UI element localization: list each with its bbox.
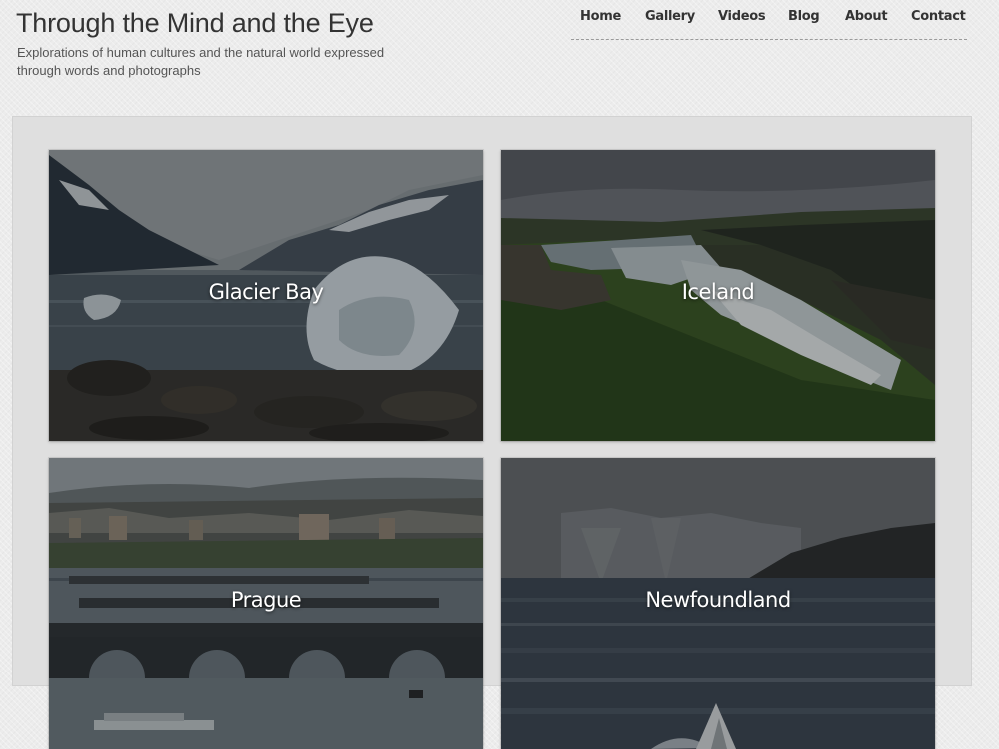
gallery-tile-label: Prague — [230, 588, 302, 612]
nav-item-home[interactable]: Home — [580, 9, 621, 24]
nav-item-gallery[interactable]: Gallery — [645, 9, 695, 24]
nav-item-videos[interactable]: Videos — [718, 9, 766, 24]
gallery-panel: Glacier Bay Iceland Prague Newfoundland — [12, 116, 972, 749]
main-nav: Home Gallery Videos Blog About Contact — [571, 0, 967, 40]
gallery-tile-label: Iceland — [681, 280, 755, 304]
site-title[interactable]: Through the Mind and the Eye — [16, 8, 374, 39]
gallery-tile-newfoundland[interactable]: Newfoundland — [501, 458, 935, 749]
nav-item-contact[interactable]: Contact — [911, 9, 966, 24]
gallery-tile-prague[interactable]: Prague — [49, 458, 483, 749]
site-header: Through the Mind and the Eye Exploration… — [0, 0, 999, 116]
gallery-tile-label: Newfoundland — [645, 588, 791, 612]
gallery-tile-iceland[interactable]: Iceland — [501, 150, 935, 441]
gallery-tile-glacier-bay[interactable]: Glacier Bay — [49, 150, 483, 441]
site-tagline: Explorations of human cultures and the n… — [17, 45, 385, 78]
nav-item-about[interactable]: About — [845, 9, 888, 24]
nav-item-blog[interactable]: Blog — [788, 9, 820, 24]
gallery-tile-label: Glacier Bay — [208, 280, 324, 304]
